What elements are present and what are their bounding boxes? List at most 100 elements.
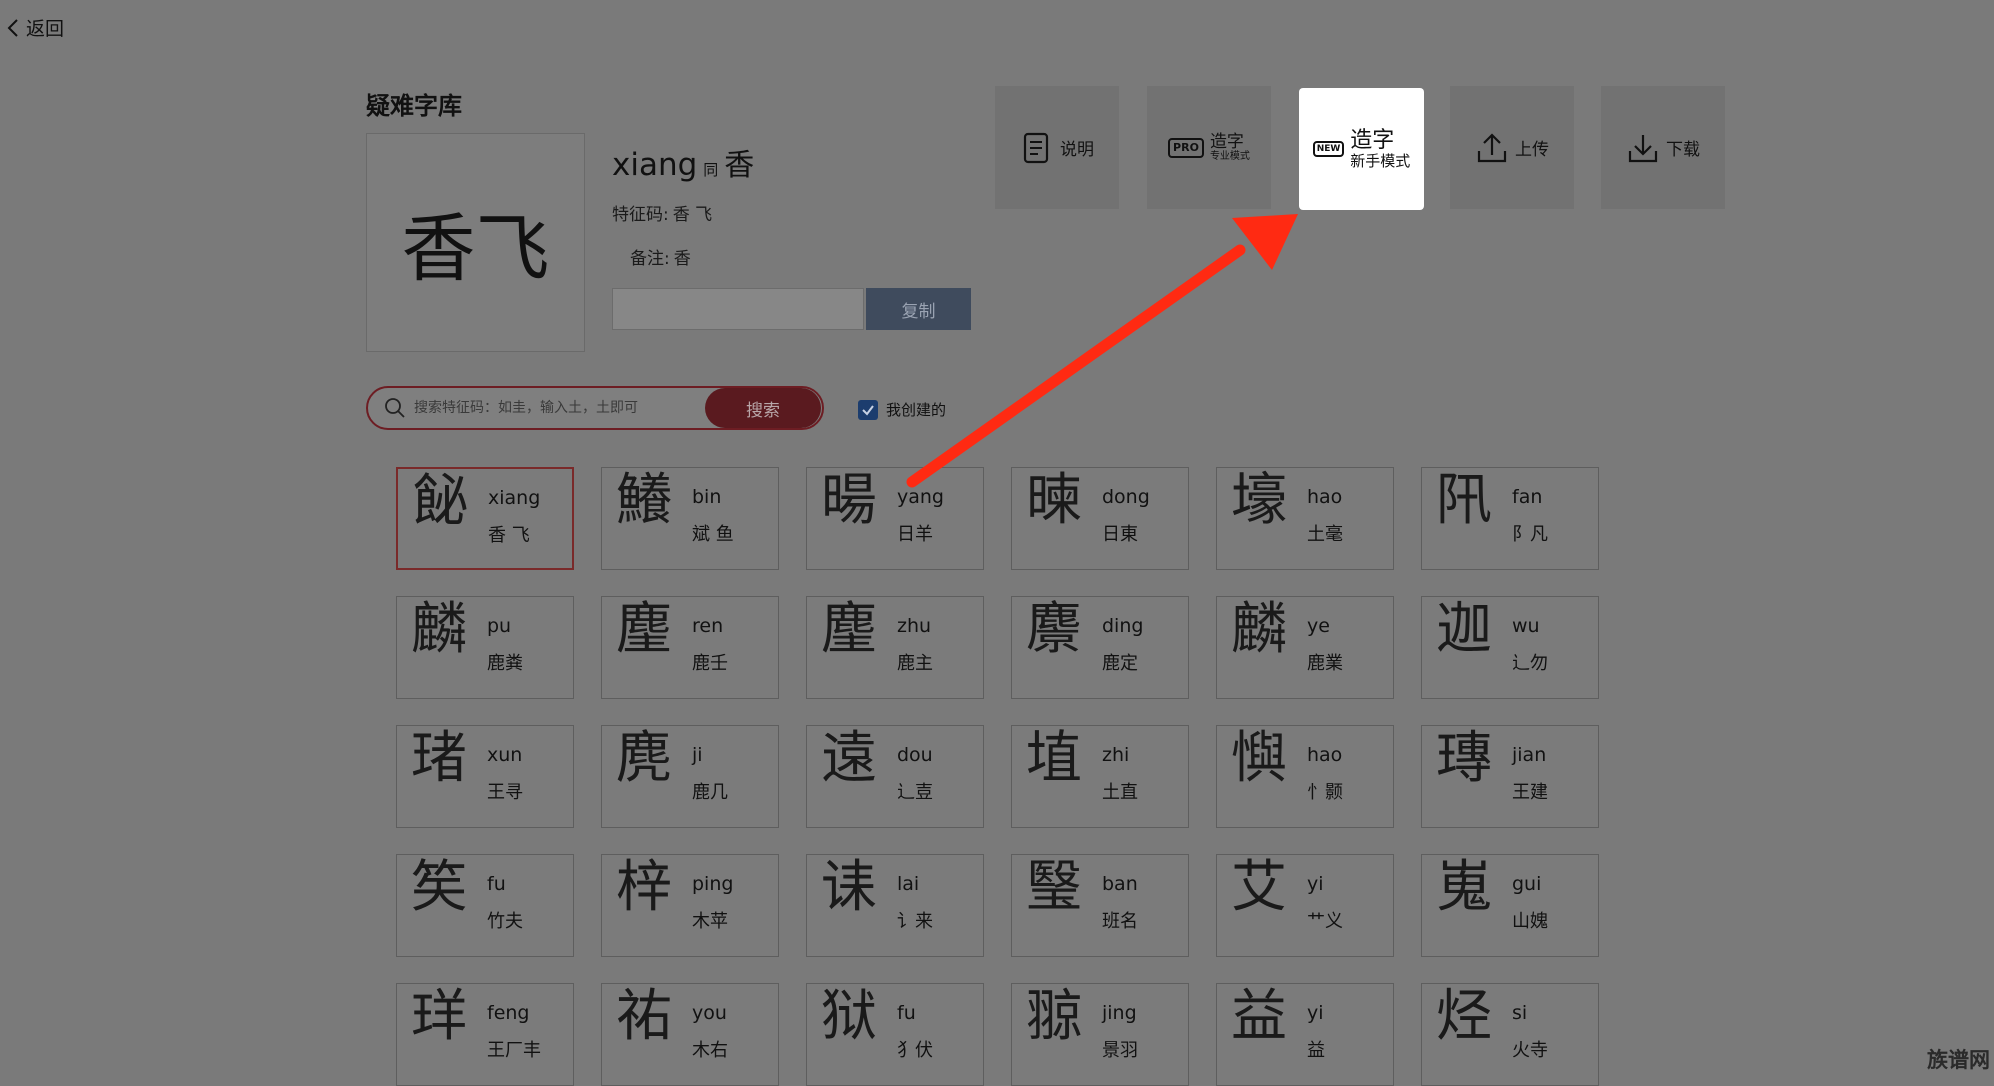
card-pinyin: fu xyxy=(487,873,506,895)
glyph-card[interactable]: 祐 you 木右 xyxy=(601,983,779,1086)
card-glyph: 珜 xyxy=(411,984,467,1049)
glyph-card[interactable]: 烃 si 火寺 xyxy=(1421,983,1599,1086)
card-glyph: 笶 xyxy=(411,855,467,920)
card-pinyin: si xyxy=(1512,1002,1528,1024)
card-glyph: 诔 xyxy=(821,855,877,920)
mine-label: 我创建的 xyxy=(886,401,947,419)
feature-value: 香 飞 xyxy=(672,205,713,225)
glyph-card[interactable]: 麖 ding 鹿定 xyxy=(1011,596,1189,699)
card-pinyin: lai xyxy=(897,873,920,895)
glyph-card[interactable]: 珜 feng 王厂丰 xyxy=(396,983,574,1086)
glyph-card[interactable]: 埴 zhi 土直 xyxy=(1011,725,1189,828)
card-pinyin: feng xyxy=(487,1002,530,1024)
glyph-card[interactable]: 鱶 bin 斌 鱼 xyxy=(601,467,779,570)
note-value: 香 xyxy=(673,249,691,269)
card-glyph: 麟 xyxy=(411,597,467,662)
card-pinyin: hao xyxy=(1307,486,1343,508)
card-pinyin: dou xyxy=(897,744,933,766)
card-pinyin: fan xyxy=(1512,486,1543,508)
glyph-card[interactable]: 梓 ping 木苹 xyxy=(601,854,779,957)
card-pinyin: jing xyxy=(1102,1002,1137,1024)
upload-button[interactable]: 上传 xyxy=(1450,86,1574,209)
card-components: 木苹 xyxy=(692,911,728,932)
feature-row: 特征码: 香 飞 xyxy=(612,200,712,225)
feature-label: 特征码: xyxy=(612,205,669,225)
chevron-left-icon xyxy=(7,18,18,37)
card-pinyin: yi xyxy=(1307,1002,1324,1024)
card-components: 火寺 xyxy=(1512,1040,1548,1061)
glyph-card[interactable]: 阠 fan 阝凡 xyxy=(1421,467,1599,570)
back-label: 返回 xyxy=(26,18,65,40)
card-glyph: 麟 xyxy=(1231,597,1287,662)
card-glyph: 遠 xyxy=(821,726,877,791)
card-glyph: 瑼 xyxy=(1436,726,1492,791)
card-glyph: 飶 xyxy=(412,469,468,534)
pro-badge-icon: PRO xyxy=(1168,137,1204,158)
card-pinyin: xiang xyxy=(488,487,541,509)
card-components: 忄颢 xyxy=(1307,782,1343,803)
card-components: 辶勿 xyxy=(1512,653,1548,674)
glyph-preview: 香飞 xyxy=(366,133,585,352)
card-glyph: 狱 xyxy=(821,984,877,1049)
card-components: 王建 xyxy=(1512,782,1548,803)
help-button[interactable]: 说明 xyxy=(995,86,1119,209)
glyph-card[interactable]: 瑿 ban 班名 xyxy=(1011,854,1189,957)
note-label: 备注: xyxy=(630,249,670,269)
card-components: 王厂丰 xyxy=(487,1040,541,1061)
glyph-card[interactable]: 迦 wu 辶勿 xyxy=(1421,596,1599,699)
glyph-card[interactable]: 琽 xun 王寻 xyxy=(396,725,574,828)
glyph-card[interactable]: 麟 ye 鹿業 xyxy=(1216,596,1394,699)
glyph-card[interactable]: 麟 pu 鹿粪 xyxy=(396,596,574,699)
card-components: 斌 鱼 xyxy=(692,524,734,545)
card-components: 香 飞 xyxy=(488,525,530,546)
card-pinyin: gui xyxy=(1512,873,1542,895)
glyph-card[interactable]: 笶 fu 竹夫 xyxy=(396,854,574,957)
card-components: 竹夫 xyxy=(487,911,523,932)
card-glyph: 益 xyxy=(1231,984,1287,1049)
card-components: 景羽 xyxy=(1102,1040,1138,1061)
back-link[interactable]: 返回 xyxy=(6,14,64,41)
glyph-card[interactable]: 麈 ren 鹿壬 xyxy=(601,596,779,699)
card-pinyin: jian xyxy=(1512,744,1547,766)
card-glyph: 麖 xyxy=(1026,597,1082,662)
glyph-card[interactable]: 艾 yi 艹义 xyxy=(1216,854,1394,957)
card-glyph: 烃 xyxy=(1436,984,1492,1049)
card-glyph: 壕 xyxy=(1231,468,1287,533)
card-components: 讠来 xyxy=(897,911,933,932)
glyph-card[interactable]: 暕 dong 日東 xyxy=(1011,467,1189,570)
search-input[interactable] xyxy=(406,399,705,417)
glyph-card[interactable]: 麂 ji 鹿几 xyxy=(601,725,779,828)
upload-icon xyxy=(1477,132,1507,162)
copy-button[interactable]: 复制 xyxy=(866,288,971,330)
glyph-card[interactable]: 益 yi 益 xyxy=(1216,983,1394,1086)
glyph-card[interactable]: 翞 jing 景羽 xyxy=(1011,983,1189,1086)
glyph-card[interactable]: 嵬 gui 山媿 xyxy=(1421,854,1599,957)
glyph-card[interactable]: 诔 lai 讠来 xyxy=(806,854,984,957)
card-pinyin: xun xyxy=(487,744,523,766)
card-pinyin: hao xyxy=(1307,744,1343,766)
beginner-mode-button[interactable]: NEW 造字 新手模式 xyxy=(1299,88,1424,210)
glyph-card[interactable]: 遠 dou 辶壴 xyxy=(806,725,984,828)
mine-checkbox[interactable]: 我创建的 xyxy=(858,399,946,420)
document-icon xyxy=(1023,132,1049,163)
pro-mode-button[interactable]: PRO 造字 专业模式 xyxy=(1147,86,1271,209)
glyph-card[interactable]: 暘 yang 日羊 xyxy=(806,467,984,570)
card-components: 山媿 xyxy=(1512,911,1548,932)
card-pinyin: yi xyxy=(1307,873,1324,895)
new-badge-icon: NEW xyxy=(1312,141,1345,157)
download-icon xyxy=(1628,134,1658,162)
glyph-card[interactable]: 飶 xiang 香 飞 xyxy=(396,467,574,570)
glyph-card[interactable]: 瑼 jian 王建 xyxy=(1421,725,1599,828)
search-button[interactable]: 搜索 xyxy=(705,388,821,428)
glyph-card[interactable]: 麈 zhu 鹿主 xyxy=(806,596,984,699)
card-pinyin: ding xyxy=(1102,615,1144,637)
glyph-card[interactable]: 懙 hao 忄颢 xyxy=(1216,725,1394,828)
copy-field[interactable] xyxy=(612,288,864,330)
glyph-card[interactable]: 狱 fu 犭伏 xyxy=(806,983,984,1086)
glyph-card[interactable]: 壕 hao 土毫 xyxy=(1216,467,1394,570)
card-glyph: 艾 xyxy=(1231,855,1287,920)
download-button[interactable]: 下载 xyxy=(1601,86,1725,209)
card-glyph: 麈 xyxy=(616,597,672,662)
card-components: 日羊 xyxy=(897,524,933,545)
card-glyph: 懙 xyxy=(1231,726,1287,791)
